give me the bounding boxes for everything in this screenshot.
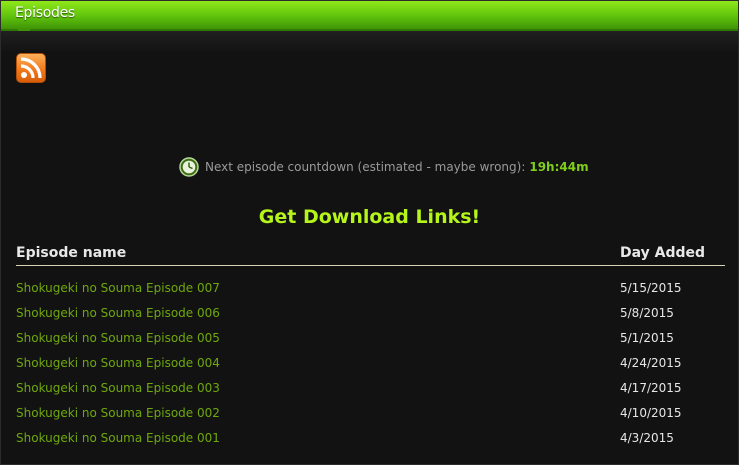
column-header-day-added: Day Added xyxy=(620,245,706,261)
header-divider xyxy=(16,265,725,266)
table-row: Shokugeki no Souma Episode 003 4/17/2015 xyxy=(1,381,738,403)
episode-link[interactable]: Shokugeki no Souma Episode 003 xyxy=(16,381,220,395)
episode-link[interactable]: Shokugeki no Souma Episode 006 xyxy=(16,306,220,320)
episode-date: 4/17/2015 xyxy=(620,381,682,395)
clock-icon xyxy=(179,157,199,177)
table-row: Shokugeki no Souma Episode 002 4/10/2015 xyxy=(1,406,738,428)
episode-link[interactable]: Shokugeki no Souma Episode 005 xyxy=(16,331,220,345)
episode-link[interactable]: Shokugeki no Souma Episode 007 xyxy=(16,281,220,295)
episode-date: 4/24/2015 xyxy=(620,356,682,370)
episode-countdown: Next episode countdown (estimated - mayb… xyxy=(179,155,589,179)
episode-date: 5/15/2015 xyxy=(620,281,682,295)
episode-date: 4/10/2015 xyxy=(620,406,682,420)
episode-link[interactable]: Shokugeki no Souma Episode 001 xyxy=(16,431,220,445)
get-download-links-link[interactable]: Get Download Links! xyxy=(1,206,738,228)
table-row: Shokugeki no Souma Episode 001 4/3/2015 xyxy=(1,431,738,453)
countdown-value: 19h:44m xyxy=(529,160,589,174)
table-row: Shokugeki no Souma Episode 004 4/24/2015 xyxy=(1,356,738,378)
episode-date: 4/3/2015 xyxy=(620,431,674,445)
table-row: Shokugeki no Souma Episode 007 5/15/2015 xyxy=(1,281,738,303)
episodes-panel: Episodes Next episode countdown (estimat… xyxy=(0,0,739,465)
table-row: Shokugeki no Souma Episode 005 5/1/2015 xyxy=(1,331,738,353)
episode-link[interactable]: Shokugeki no Souma Episode 002 xyxy=(16,406,220,420)
rss-icon[interactable] xyxy=(16,53,46,83)
panel-header: Episodes xyxy=(1,1,738,31)
episode-link[interactable]: Shokugeki no Souma Episode 004 xyxy=(16,356,220,370)
header-shadow xyxy=(1,31,738,53)
countdown-label: Next episode countdown (estimated - mayb… xyxy=(205,160,526,174)
column-header-episode-name: Episode name xyxy=(16,245,127,261)
episode-date: 5/8/2015 xyxy=(620,306,674,320)
panel-title: Episodes xyxy=(15,5,75,21)
episode-date: 5/1/2015 xyxy=(620,331,674,345)
table-row: Shokugeki no Souma Episode 006 5/8/2015 xyxy=(1,306,738,328)
